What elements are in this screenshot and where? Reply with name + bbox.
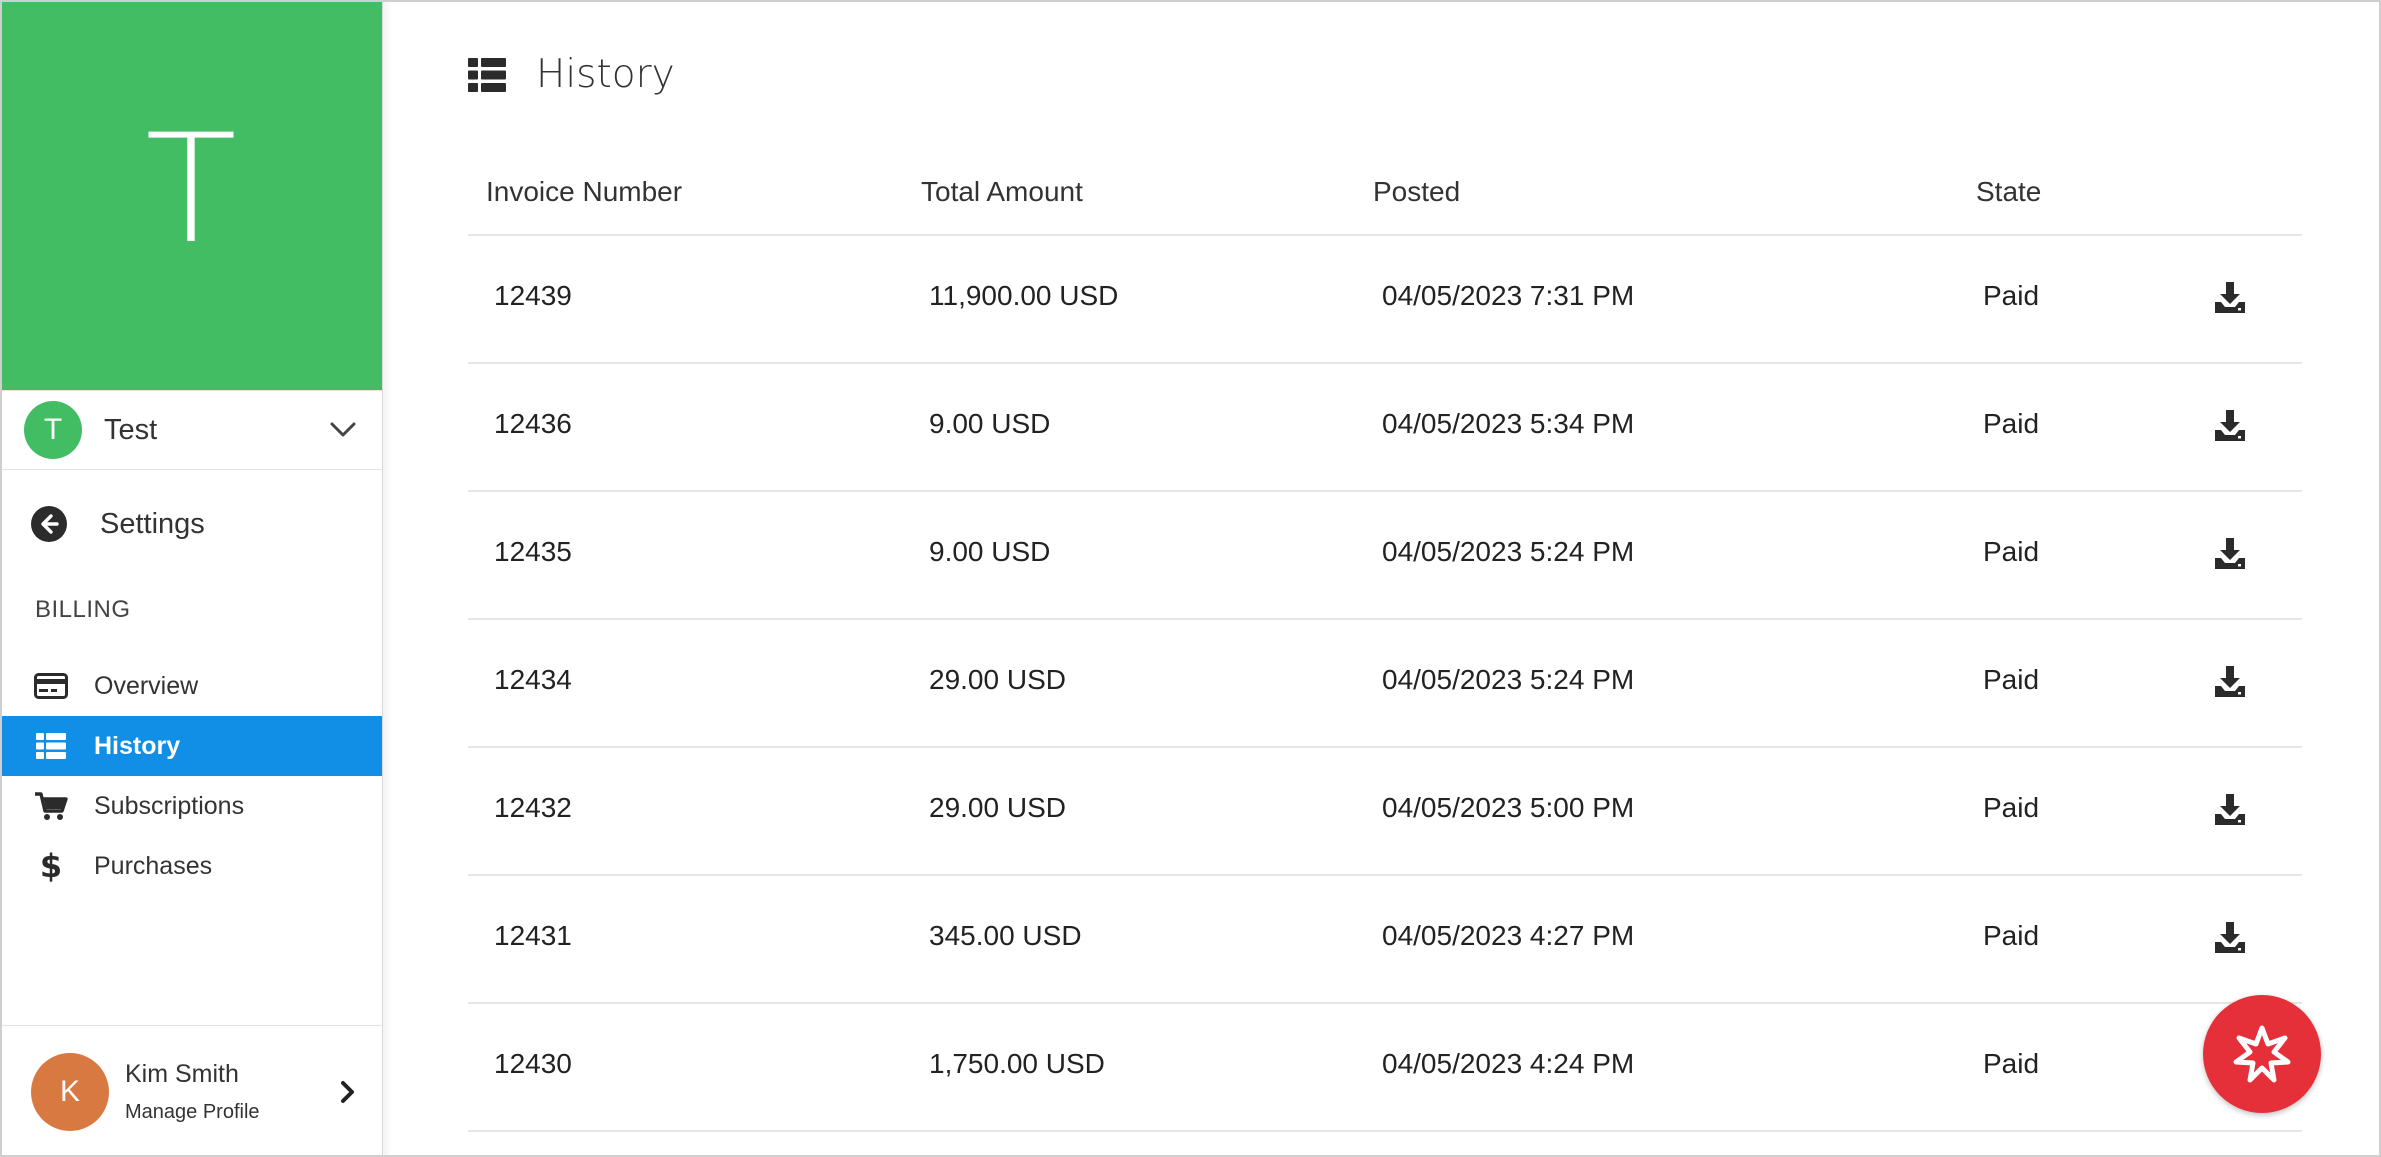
- starburst-logo-icon: [2233, 1025, 2291, 1083]
- total-amount-cell: 29.00 USD: [929, 664, 1066, 695]
- sidebar-item-history[interactable]: History: [0, 716, 382, 776]
- table-row: 12431 345.00 USD 04/05/2023 4:27 PM Paid: [468, 876, 2302, 1004]
- credit-card-icon: [33, 668, 69, 704]
- total-amount-cell: 9.00 USD: [929, 536, 1051, 567]
- sidebar-item-label: Subscriptions: [94, 791, 245, 820]
- state-cell: Paid: [1983, 280, 2040, 311]
- download-icon[interactable]: [2213, 536, 2247, 572]
- workspace-name: Test: [104, 413, 158, 446]
- profile-subtitle: Manage Profile: [125, 1100, 260, 1123]
- invoice-number-cell: 12439: [494, 280, 572, 311]
- chevron-down-icon[interactable]: [328, 415, 358, 445]
- table-row: 12430 1,750.00 USD 04/05/2023 4:24 PM Paid: [468, 1004, 2302, 1132]
- total-amount-cell: 9.00 USD: [929, 408, 1051, 439]
- download-icon[interactable]: [2213, 920, 2247, 956]
- list-icon: [468, 57, 506, 92]
- list-icon: [33, 728, 69, 764]
- manage-profile-link[interactable]: K Kim Smith Manage Profile: [0, 1025, 382, 1157]
- table-row: 12436 9.00 USD 04/05/2023 5:34 PM Paid: [468, 364, 2302, 492]
- section-title-billing: BILLING: [35, 596, 131, 623]
- page-title: History: [536, 52, 675, 97]
- profile-name: Kim Smith: [125, 1059, 239, 1088]
- avatar: K: [31, 1052, 109, 1131]
- state-cell: Paid: [1983, 536, 2040, 567]
- total-amount-cell: 1,750.00 USD: [929, 1048, 1105, 1079]
- table-row: 12439 11,900.00 USD 04/05/2023 7:31 PM Paid: [468, 236, 2302, 364]
- sidebar-item-label: History: [94, 731, 181, 760]
- posted-date-cell: 04/05/2023 5:24 PM: [1382, 536, 1635, 567]
- download-icon[interactable]: [2213, 408, 2247, 444]
- chevron-right-icon: [341, 1080, 354, 1103]
- billing-nav: Overview History Subscriptions $ Purchas…: [0, 656, 382, 896]
- invoice-number-cell: 12431: [494, 920, 572, 951]
- posted-date-cell: 04/05/2023 5:24 PM: [1382, 664, 1635, 695]
- workspace-banner-letter: T: [145, 103, 237, 277]
- invoice-number-cell: 12436: [494, 408, 572, 439]
- posted-date-cell: 04/05/2023 7:31 PM: [1382, 280, 1635, 311]
- download-icon[interactable]: [2213, 792, 2247, 828]
- back-label: Settings: [100, 507, 205, 540]
- table-body: 12439 11,900.00 USD 04/05/2023 7:31 PM Paid…: [468, 236, 2302, 1132]
- table-row: 12434 29.00 USD 04/05/2023 5:24 PM Paid: [468, 620, 2302, 748]
- sidebar: T T Test Settings BILLING Overview Histo…: [0, 0, 383, 1157]
- sidebar-item-label: Purchases: [94, 851, 213, 880]
- column-header-state: State: [1976, 176, 2042, 207]
- sidebar-item-subscriptions[interactable]: Subscriptions: [0, 776, 382, 836]
- back-to-settings-link[interactable]: Settings: [0, 496, 382, 552]
- workspace-switcher[interactable]: T Test: [0, 390, 382, 470]
- state-cell: Paid: [1983, 792, 2040, 823]
- column-header-invoice-number: Invoice Number: [486, 176, 683, 207]
- sidebar-item-label: Overview: [94, 671, 199, 700]
- help-button[interactable]: [2203, 995, 2321, 1113]
- posted-date-cell: 04/05/2023 5:00 PM: [1382, 792, 1635, 823]
- table-header: Invoice Number Total Amount Posted State: [468, 150, 2302, 236]
- state-cell: Paid: [1983, 920, 2040, 951]
- table-row: 12435 9.00 USD 04/05/2023 5:24 PM Paid: [468, 492, 2302, 620]
- total-amount-cell: 11,900.00 USD: [929, 280, 1119, 311]
- posted-date-cell: 04/05/2023 5:34 PM: [1382, 408, 1635, 439]
- invoice-number-cell: 12430: [494, 1048, 572, 1079]
- arrow-left-circle-icon: [31, 506, 67, 542]
- state-cell: Paid: [1983, 408, 2040, 439]
- sidebar-item-overview[interactable]: Overview: [0, 656, 382, 716]
- posted-date-cell: 04/05/2023 4:27 PM: [1382, 920, 1635, 951]
- state-cell: Paid: [1983, 664, 2040, 695]
- invoice-number-cell: 12434: [494, 664, 572, 695]
- invoice-number-cell: 12435: [494, 536, 572, 567]
- workspace-banner: T: [0, 0, 382, 390]
- invoice-number-cell: 12432: [494, 792, 572, 823]
- cart-icon: [33, 788, 69, 824]
- table-row: 12432 29.00 USD 04/05/2023 5:00 PM Paid: [468, 748, 2302, 876]
- download-icon[interactable]: [2213, 664, 2247, 700]
- invoice-history-table: Invoice Number Total Amount Posted State…: [468, 150, 2302, 1132]
- download-icon[interactable]: [2213, 280, 2247, 316]
- total-amount-cell: 345.00 USD: [929, 920, 1082, 951]
- sidebar-item-purchases[interactable]: $ Purchases: [0, 836, 382, 896]
- dollar-icon: $: [39, 847, 63, 885]
- workspace-avatar: T: [24, 401, 82, 459]
- posted-date-cell: 04/05/2023 4:24 PM: [1382, 1048, 1635, 1079]
- total-amount-cell: 29.00 USD: [929, 792, 1066, 823]
- column-header-total-amount: Total Amount: [921, 176, 1083, 207]
- column-header-posted: Posted: [1373, 176, 1461, 207]
- state-cell: Paid: [1983, 1048, 2040, 1079]
- page-header: History: [468, 52, 675, 97]
- sidebar-shadow: [382, 0, 392, 1157]
